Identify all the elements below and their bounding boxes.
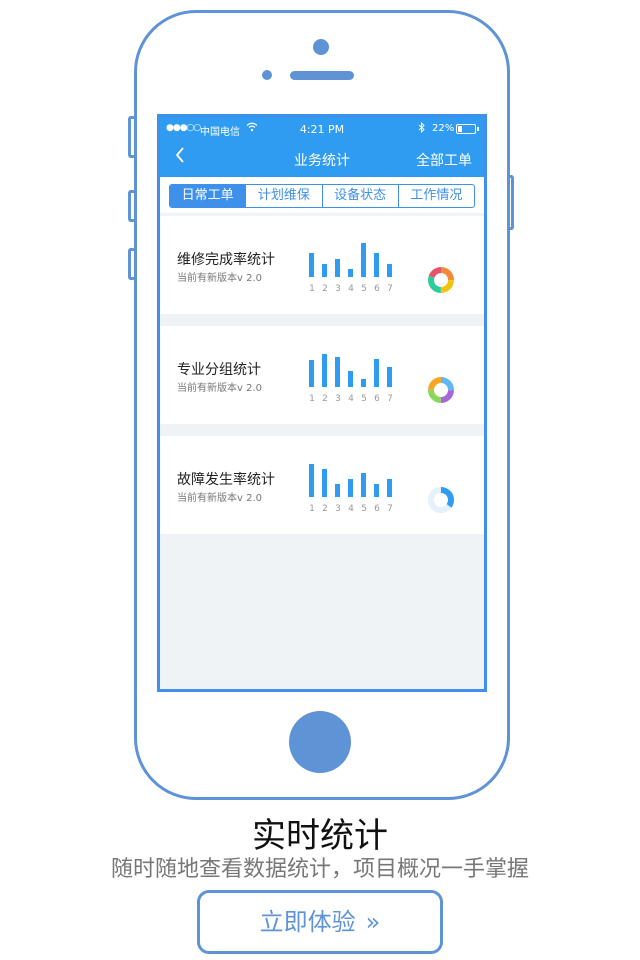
- bar-4: [348, 371, 353, 387]
- bar-label-3: 3: [335, 284, 341, 294]
- bar-7: [387, 264, 392, 277]
- tagline: 随时随地查看数据统计，项目概况一手掌握: [110, 857, 529, 882]
- card-title: 专业分组统计: [177, 362, 261, 378]
- bar-label-6: 6: [374, 284, 380, 294]
- bar-4: [348, 479, 353, 497]
- bar-3: [335, 484, 340, 497]
- card-subtitle: 当前有新版本v 2.0: [177, 383, 262, 394]
- camera-icon: [313, 39, 329, 55]
- all-orders-button[interactable]: 全部工单: [416, 150, 472, 170]
- card-title: 故障发生率统计: [177, 472, 275, 488]
- bar-7: [387, 366, 392, 387]
- bar-3: [335, 259, 340, 277]
- bar-5: [361, 243, 366, 277]
- bar-3: [335, 357, 340, 387]
- card-title: 维修完成率统计: [177, 252, 275, 268]
- bluetooth-icon: [418, 121, 426, 136]
- bar-label-5: 5: [361, 394, 367, 404]
- try-now-button[interactable]: 立即体验 »: [197, 890, 443, 954]
- bar-1: [309, 252, 314, 277]
- bar-label-4: 4: [348, 504, 354, 514]
- bar-label-5: 5: [361, 284, 367, 294]
- bar-label-2: 2: [322, 284, 328, 294]
- segmented-tabs: 日常工单 计划维保 设备状态 工作情况: [169, 184, 475, 208]
- bar-5: [361, 379, 366, 387]
- bar-2: [322, 468, 327, 497]
- mini-bar-chart: [309, 351, 395, 387]
- bar-label-2: 2: [322, 504, 328, 514]
- bar-label-1: 1: [309, 284, 315, 294]
- cta-label: 立即体验: [259, 908, 356, 936]
- nav-bar: 业务统计 全部工单: [160, 141, 484, 177]
- bar-1: [309, 360, 314, 387]
- battery-icon: [456, 124, 479, 134]
- bar-2: [322, 264, 327, 277]
- donut-chart-icon: [428, 487, 454, 513]
- bar-label-4: 4: [348, 394, 354, 404]
- bar-label-7: 7: [387, 394, 393, 404]
- double-chevron-right-icon: »: [365, 908, 381, 936]
- sensor-icon: [262, 70, 272, 80]
- speaker-grill: [290, 71, 354, 80]
- tab-equipment-status[interactable]: 设备状态: [321, 185, 398, 207]
- home-button: [289, 711, 351, 773]
- bar-label-7: 7: [387, 504, 393, 514]
- card-subtitle: 当前有新版本v 2.0: [177, 273, 262, 284]
- tab-strip: 日常工单 计划维保 设备状态 工作情况: [160, 177, 484, 213]
- bar-chart-x-labels: 1234567: [307, 504, 397, 516]
- card-subtitle: 当前有新版本v 2.0: [177, 493, 262, 504]
- tab-daily-orders[interactable]: 日常工单: [170, 185, 246, 207]
- bar-2: [322, 353, 327, 387]
- bar-label-1: 1: [309, 504, 315, 514]
- bar-label-6: 6: [374, 394, 380, 404]
- bar-chart-x-labels: 1234567: [307, 284, 397, 296]
- bar-label-5: 5: [361, 504, 367, 514]
- bar-label-7: 7: [387, 284, 393, 294]
- bar-label-3: 3: [335, 504, 341, 514]
- stat-card-failure-rate[interactable]: 故障发生率统计 当前有新版本v 2.0 1234567: [160, 436, 484, 534]
- donut-chart-icon: [428, 267, 454, 293]
- phone-screen: ●●●○○ 中国电信 4:21 PM 22% 业务统计 全部工单 日常工单 计划…: [157, 114, 487, 692]
- bar-4: [348, 269, 353, 277]
- headline: 实时统计: [252, 816, 388, 856]
- bar-chart-x-labels: 1234567: [307, 394, 397, 406]
- mini-bar-chart: [309, 241, 395, 277]
- stat-card-repair-completion[interactable]: 维修完成率统计 当前有新版本v 2.0 1234567: [160, 216, 484, 314]
- status-bar: ●●●○○ 中国电信 4:21 PM 22%: [160, 117, 484, 141]
- mini-bar-chart: [309, 461, 395, 497]
- bar-7: [387, 479, 392, 497]
- stat-card-specialty-groups[interactable]: 专业分组统计 当前有新版本v 2.0 1234567: [160, 326, 484, 424]
- bar-label-2: 2: [322, 394, 328, 404]
- bar-label-1: 1: [309, 394, 315, 404]
- bar-6: [374, 252, 379, 277]
- donut-chart-icon: [428, 377, 454, 403]
- tab-planned-maintenance[interactable]: 计划维保: [245, 185, 321, 207]
- bar-6: [374, 484, 379, 497]
- bar-5: [361, 472, 366, 497]
- bar-6: [374, 358, 379, 387]
- bar-label-4: 4: [348, 284, 354, 294]
- bar-label-6: 6: [374, 504, 380, 514]
- battery-fill: [458, 126, 462, 132]
- tab-work-status[interactable]: 工作情况: [397, 185, 474, 207]
- bar-label-3: 3: [335, 394, 341, 404]
- bar-1: [309, 463, 314, 497]
- battery-percent: 22%: [432, 123, 455, 134]
